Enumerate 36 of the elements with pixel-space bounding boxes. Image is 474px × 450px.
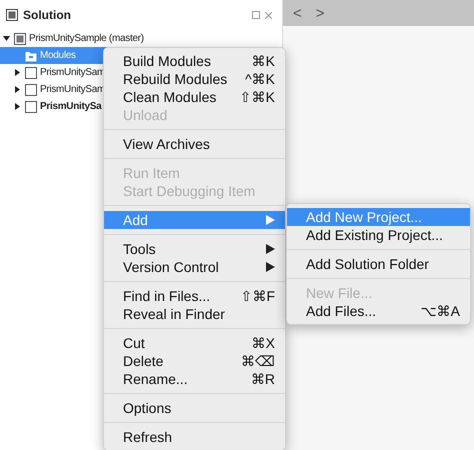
tree-label: PrismUnitySam	[40, 83, 105, 97]
shortcut-label: ^⌘K	[245, 70, 275, 88]
shortcut-label: ⇧⌘F	[240, 286, 275, 306]
tree-label: PrismUnitySample (master)	[29, 32, 144, 46]
shortcut-label: ⌘⌫	[241, 352, 275, 370]
menu-label: Rebuild Modules	[123, 70, 228, 88]
tree-label: Modules	[40, 49, 76, 63]
menu-label: Clean Modules	[123, 88, 216, 106]
menu-label: Add Solution Folder	[306, 254, 429, 274]
menu-label: Options	[123, 398, 172, 418]
shortcut-label: ⌘R	[250, 370, 275, 388]
menu-label: Add Files...	[306, 302, 376, 320]
menu-label: Delete	[123, 352, 164, 370]
menu-label: Rename...	[123, 370, 188, 388]
shortcut-label: ⇧⌘K	[240, 88, 275, 106]
menu-label: Add	[123, 210, 148, 230]
menu-label: Tools	[123, 240, 156, 258]
tree-label: PrismUnitySam	[40, 66, 105, 80]
menu-label: View Archives	[123, 134, 210, 154]
menu-label: Add Existing Project...	[306, 226, 443, 245]
menu-label: New File...	[306, 284, 372, 302]
menu-label: Add New Project...	[306, 208, 422, 227]
menu-label: Start Debugging Item	[123, 182, 256, 201]
tree-label: PrismUnitySa	[40, 100, 102, 114]
shortcut-label: ⌘K	[252, 52, 275, 70]
menu-label: Cut	[123, 334, 145, 352]
menu-label: Build Modules	[123, 52, 211, 70]
shortcut-label: ⌥⌘A	[420, 302, 460, 320]
menu-label: Version Control	[123, 258, 219, 276]
menu-label: Reveal in Finder	[123, 304, 225, 324]
menu-label: Refresh	[123, 428, 172, 446]
menu-label: Unload	[123, 106, 168, 124]
panel-title: Solution	[23, 7, 71, 24]
shortcut-label: ⌘X	[252, 334, 275, 352]
menu-label: Find in Files...	[123, 286, 210, 306]
menu-label: Run Item	[123, 164, 180, 182]
